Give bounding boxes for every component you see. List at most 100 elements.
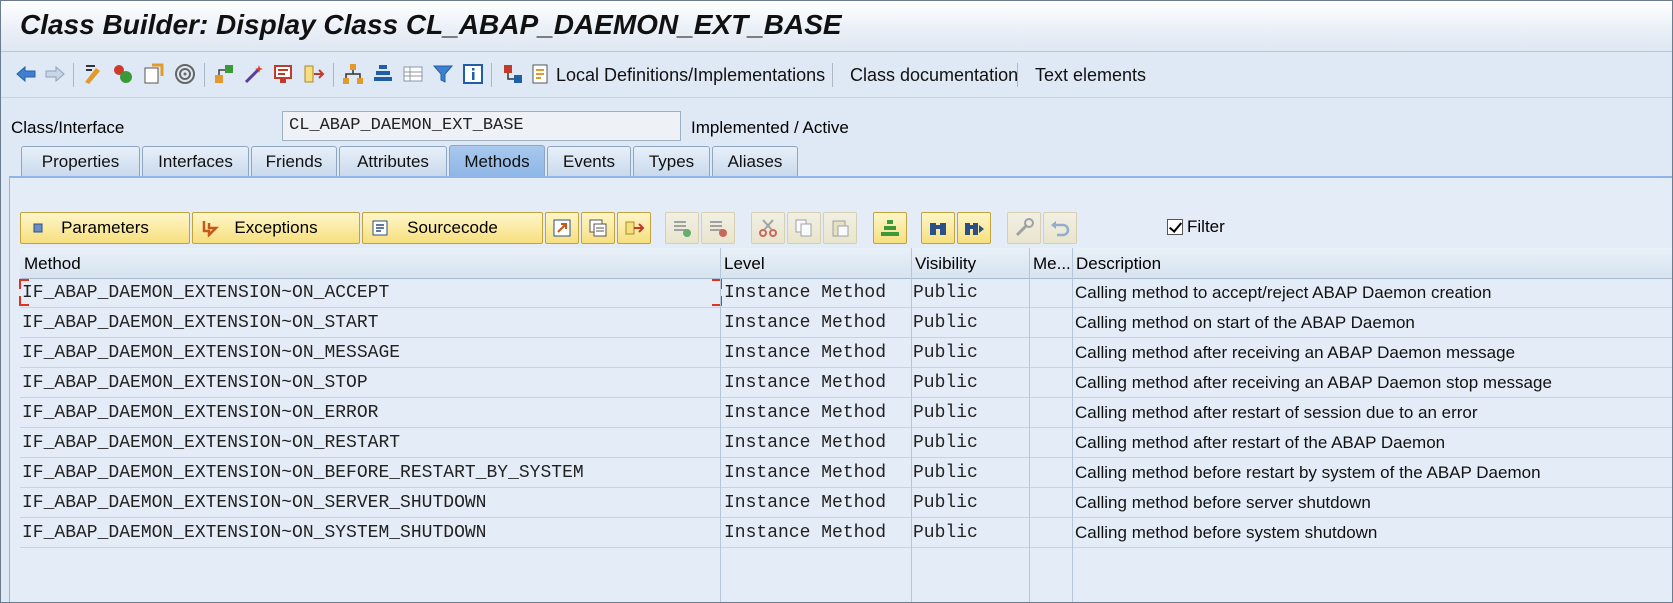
- table-row[interactable]: IF_ABAP_DAEMON_EXTENSION~ON_BEFORE_RESTA…: [20, 458, 1672, 488]
- local-definitions-icon[interactable]: [528, 61, 554, 87]
- table-row[interactable]: IF_ABAP_DAEMON_EXTENSION~ON_RESTART Insta…: [20, 428, 1672, 458]
- column-header-description[interactable]: Description: [1076, 254, 1161, 274]
- window-title: Class Builder: Display Class CL_ABAP_DAE…: [20, 9, 842, 40]
- class-tree-icon[interactable]: [500, 61, 526, 87]
- visibility-cell: Public: [913, 403, 978, 423]
- display-list-icon: [589, 219, 607, 237]
- method-cell[interactable]: IF_ABAP_DAEMON_EXTENSION~ON_SYSTEM_SHUTD…: [22, 523, 486, 543]
- stack-icon[interactable]: [370, 61, 396, 87]
- method-cell[interactable]: IF_ABAP_DAEMON_EXTENSION~ON_ERROR: [22, 403, 378, 423]
- level-cell: Instance Method: [724, 463, 887, 483]
- method-cell[interactable]: IF_ABAP_DAEMON_EXTENSION~ON_BEFORE_RESTA…: [22, 463, 584, 483]
- navigation-icon[interactable]: [301, 61, 327, 87]
- table-view-icon[interactable]: [400, 61, 426, 87]
- visibility-cell: Public: [913, 343, 978, 363]
- column-header-method-type[interactable]: Me...: [1033, 254, 1071, 274]
- exceptions-button[interactable]: Exceptions: [192, 212, 360, 244]
- visibility-cell: Public: [913, 493, 978, 513]
- level-cell: Instance Method: [724, 313, 887, 333]
- visibility-cell: Public: [913, 463, 978, 483]
- cut-button[interactable]: [751, 212, 785, 244]
- org-structure-icon[interactable]: [340, 61, 366, 87]
- insert-row-button[interactable]: [665, 212, 699, 244]
- method-cell[interactable]: IF_ABAP_DAEMON_EXTENSION~ON_MESSAGE: [22, 343, 400, 363]
- hierarchy-icon[interactable]: [211, 61, 237, 87]
- info-icon[interactable]: [460, 61, 486, 87]
- level-cell: Instance Method: [724, 433, 887, 453]
- method-export-button[interactable]: [617, 212, 651, 244]
- table-row[interactable]: IF_ABAP_DAEMON_EXTENSION~ON_ERROR Instanc…: [20, 398, 1672, 428]
- display-change-icon[interactable]: [81, 61, 107, 87]
- tab-events[interactable]: Events: [547, 146, 631, 176]
- table-row[interactable]: IF_ABAP_DAEMON_EXTENSION~ON_ACCEPT Instan…: [19, 278, 1672, 308]
- sourcecode-button[interactable]: Sourcecode: [362, 212, 543, 244]
- parameters-button[interactable]: Parameters: [20, 212, 190, 244]
- description-cell: Calling method before server shutdown: [1075, 493, 1371, 512]
- tab-friends[interactable]: Friends: [251, 146, 337, 176]
- description-cell: Calling method after receiving an ABAP D…: [1075, 343, 1516, 362]
- table-row[interactable]: IF_ABAP_DAEMON_EXTENSION~ON_SERVER_SHUTD…: [20, 488, 1672, 518]
- filter-toggle[interactable]: Filter: [1167, 217, 1225, 237]
- settings-button[interactable]: [1007, 212, 1041, 244]
- filter-checkbox[interactable]: [1167, 219, 1183, 235]
- text-elements-button[interactable]: Text elements: [1033, 63, 1148, 88]
- class-builder-window: Class Builder: Display Class CL_ABAP_DAE…: [0, 0, 1673, 603]
- copy-icon: [795, 219, 812, 237]
- visibility-cell: Public: [913, 373, 978, 393]
- delete-row-icon: [710, 221, 727, 237]
- delete-row-button[interactable]: [701, 212, 735, 244]
- level-cell: Instance Method: [724, 343, 887, 363]
- method-cell[interactable]: IF_ABAP_DAEMON_EXTENSION~ON_START: [22, 313, 378, 333]
- class-documentation-button[interactable]: Class documentation: [848, 63, 1020, 88]
- sort-button[interactable]: [873, 212, 907, 244]
- display-object-icon[interactable]: [271, 61, 297, 87]
- method-cell[interactable]: IF_ABAP_DAEMON_EXTENSION~ON_SERVER_SHUTD…: [22, 493, 486, 513]
- undo-button[interactable]: [1043, 212, 1077, 244]
- magic-wand-icon[interactable]: [241, 61, 267, 87]
- object-list-icon[interactable]: [172, 61, 198, 87]
- method-cell[interactable]: IF_ABAP_DAEMON_EXTENSION~ON_STOP: [22, 373, 368, 393]
- method-cell[interactable]: IF_ABAP_DAEMON_EXTENSION~ON_ACCEPT: [22, 283, 389, 303]
- method-display-button[interactable]: [581, 212, 615, 244]
- method-navigate-button[interactable]: [545, 212, 579, 244]
- parameters-icon: [29, 219, 47, 237]
- visibility-cell: Public: [913, 313, 978, 333]
- export-icon: [625, 221, 645, 235]
- level-cell: Instance Method: [724, 493, 887, 513]
- tab-attributes[interactable]: Attributes: [339, 146, 447, 176]
- tab-properties[interactable]: Properties: [21, 146, 140, 176]
- exceptions-icon: [201, 219, 220, 239]
- visibility-cell: Public: [913, 433, 978, 453]
- visibility-cell: Public: [913, 523, 978, 543]
- insert-row-icon: [674, 221, 691, 237]
- parameters-label: Parameters: [61, 218, 149, 237]
- tab-methods[interactable]: Methods: [449, 145, 545, 177]
- filter-label: Filter: [1187, 217, 1225, 236]
- find-next-button[interactable]: [957, 212, 991, 244]
- tab-types[interactable]: Types: [633, 146, 710, 176]
- column-header-level[interactable]: Level: [724, 254, 765, 274]
- focus-indicator: [19, 279, 29, 289]
- method-cell[interactable]: IF_ABAP_DAEMON_EXTENSION~ON_RESTART: [22, 433, 400, 453]
- column-header-visibility[interactable]: Visibility: [915, 254, 976, 274]
- where-used-icon[interactable]: [141, 61, 167, 87]
- paste-button[interactable]: [823, 212, 857, 244]
- tab-aliases[interactable]: Aliases: [712, 146, 798, 176]
- find-button[interactable]: [921, 212, 955, 244]
- local-definitions-button[interactable]: Local Definitions/Implementations: [554, 63, 827, 88]
- activate-icon[interactable]: [110, 61, 136, 87]
- table-row[interactable]: IF_ABAP_DAEMON_EXTENSION~ON_START Instanc…: [20, 308, 1672, 338]
- copy-button[interactable]: [787, 212, 821, 244]
- class-interface-field[interactable]: CL_ABAP_DAEMON_EXT_BASE: [282, 111, 681, 141]
- table-header: Method Level Visibility Me... Descriptio…: [20, 248, 1672, 279]
- column-header-method[interactable]: Method: [24, 254, 81, 274]
- filter-icon[interactable]: [430, 61, 456, 87]
- paste-icon: [832, 220, 849, 237]
- forward-arrow-icon[interactable]: [42, 61, 68, 87]
- tab-interfaces[interactable]: Interfaces: [142, 146, 249, 176]
- focus-indicator: [19, 296, 29, 306]
- table-row[interactable]: IF_ABAP_DAEMON_EXTENSION~ON_SYSTEM_SHUTD…: [20, 518, 1672, 548]
- table-row[interactable]: IF_ABAP_DAEMON_EXTENSION~ON_STOP Instance…: [20, 368, 1672, 398]
- back-arrow-icon[interactable]: [13, 61, 39, 87]
- table-row[interactable]: IF_ABAP_DAEMON_EXTENSION~ON_MESSAGE Insta…: [20, 338, 1672, 368]
